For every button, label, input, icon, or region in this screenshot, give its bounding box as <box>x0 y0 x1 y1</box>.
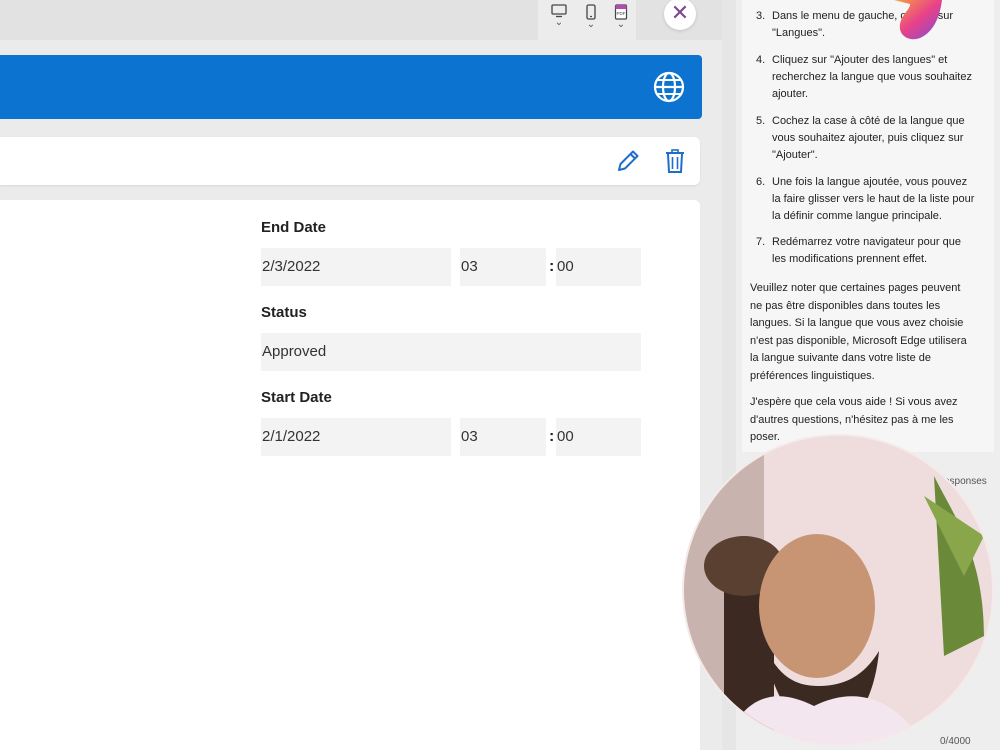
pdf-icon: PDF <box>614 4 628 20</box>
delete-icon[interactable] <box>664 148 686 174</box>
note-line: ne pas être disponibles dans toutes les <box>750 299 941 312</box>
step-line: recherchez la langue que vous souhaitez <box>772 71 972 83</box>
step-line: "Ajouter". <box>772 149 818 161</box>
step-number: 7. <box>756 236 766 248</box>
note-line: la langue suivante dans votre liste de <box>750 352 932 364</box>
status-field[interactable]: Approved <box>261 333 641 371</box>
chevron-down-icon: ⌄ <box>616 19 626 30</box>
step-line: vous souhaitez ajouter, puis cliquez sur <box>772 132 964 144</box>
pdf-label: PDF <box>617 11 626 16</box>
step-text: Cochez la case à côté de la langue que v… <box>772 113 990 164</box>
globe-icon[interactable] <box>652 70 686 104</box>
status-label: Status <box>261 304 307 321</box>
step-number: 5. <box>756 115 766 127</box>
step-number: 6. <box>756 176 766 188</box>
start-date-label: Start Date <box>261 389 332 406</box>
note-line: préférences linguistiques. <box>750 369 875 382</box>
presenter-video <box>684 436 992 744</box>
step-line: Une fois la langue ajoutée, vous pouvez <box>772 176 968 188</box>
step-line: la définir comme langue principale. <box>772 210 942 222</box>
start-minute-select[interactable]: 00 <box>556 418 641 456</box>
command-bar <box>0 137 700 185</box>
step-line: Cliquez sur "Ajouter des langues" et <box>772 54 948 66</box>
closing-line: d'autres questions, n'hésitez pas à me l… <box>750 413 954 426</box>
end-hour-select[interactable]: 03 <box>460 248 546 286</box>
pdf-view-button[interactable]: PDF ⌄ <box>606 4 636 36</box>
chevron-down-icon: ⌄ <box>554 17 564 28</box>
step-line: les modifications prennent effet. <box>772 253 928 265</box>
phone-icon <box>586 4 596 20</box>
app-header <box>0 55 702 119</box>
start-hour-select[interactable]: 03 <box>460 418 546 456</box>
chevron-down-icon: ⌄ <box>586 19 596 30</box>
step-line: ajouter. <box>772 88 809 100</box>
note-line: n'est pas disponible, Microsoft Edge uti… <box>750 334 967 347</box>
start-date-input[interactable]: 2/1/2022 <box>261 418 451 456</box>
device-switcher: ⌄ ⌄ PDF ⌄ <box>538 0 636 40</box>
step-text: Une fois la langue ajoutée, vous pouvez … <box>772 174 990 225</box>
step-text: Redémarrez votre navigateur pour que les… <box>772 234 990 268</box>
note-line: langues. Si la langue que vous avez choi… <box>750 317 964 329</box>
step-text: Cliquez sur "Ajouter des langues" et rec… <box>772 52 990 103</box>
copilot-logo-icon <box>894 0 942 40</box>
chat-note: Veuillez noter que certaines pages peuve… <box>750 280 986 385</box>
end-minute-select[interactable]: 00 <box>556 248 641 286</box>
step-number: 4. <box>756 54 766 66</box>
edit-icon[interactable] <box>615 148 641 174</box>
step-number: 3. <box>756 10 766 22</box>
step-line: Redémarrez votre navigateur pour que <box>772 236 961 248</box>
webcam-overlay <box>684 436 992 744</box>
close-icon: ✕ <box>670 0 690 25</box>
time-separator: : <box>549 258 555 275</box>
end-date-input[interactable]: 2/3/2022 <box>261 248 451 286</box>
step-line: Cochez la case à côté de la langue que <box>772 115 965 127</box>
time-separator: : <box>549 428 555 445</box>
phone-view-button[interactable]: ⌄ <box>576 4 606 36</box>
note-line: Veuillez noter que certaines pages peuve… <box>750 282 961 294</box>
char-counter: 0/4000 <box>940 736 971 747</box>
app-area: ⌄ ⌄ PDF ⌄ ✕ End Date 2/3/2022 03: 00 St… <box>0 0 722 750</box>
closing-line: J'espère que cela vous aide ! Si vous av… <box>750 396 958 408</box>
desktop-icon <box>551 4 567 18</box>
end-date-label: End Date <box>261 219 327 236</box>
step-line: la faire glisser vers le haut de la list… <box>772 193 975 205</box>
desktop-view-button[interactable]: ⌄ <box>544 4 574 36</box>
